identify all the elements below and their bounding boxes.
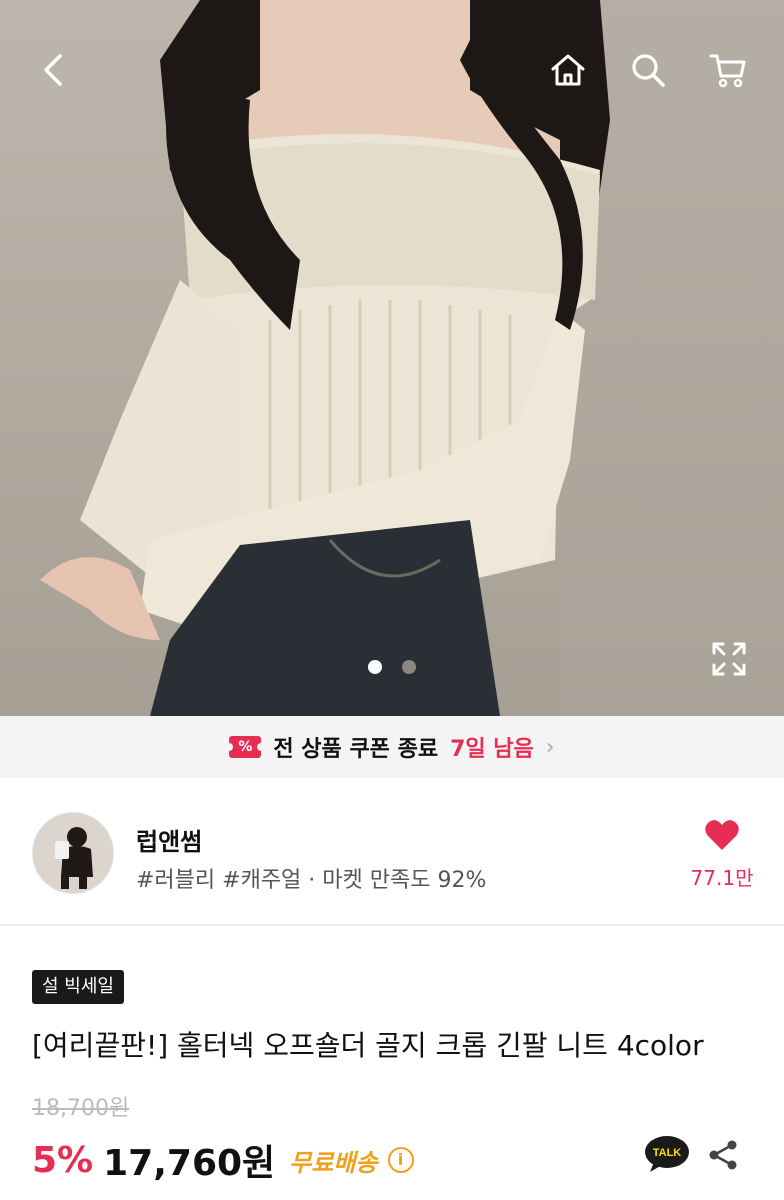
coupon-icon: % <box>225 736 266 758</box>
product-image-gallery[interactable] <box>0 0 784 716</box>
sale-badge: 설 빅세일 <box>32 970 124 1004</box>
sale-price: 17,760원 <box>103 1143 276 1184</box>
product-photo <box>40 0 784 716</box>
expand-button[interactable] <box>706 636 752 682</box>
share-icon <box>709 1140 737 1170</box>
shop-tags: #러블리 #캐주얼 · 마켓 만족도 92% <box>136 868 487 893</box>
shop-info[interactable]: 럽앤썸 #러블리 #캐주얼 · 마켓 만족도 92% 77.1만 <box>0 778 784 926</box>
product-title: [여리끝판!] 홀터넥 오프숄더 골지 크롭 긴팔 니트 4color <box>32 1029 704 1062</box>
shop-avatar[interactable] <box>32 812 114 894</box>
back-button[interactable] <box>30 46 78 94</box>
favorite-count: 77.1만 <box>690 866 754 890</box>
coupon-banner[interactable]: % 전 상품 쿠폰 종료 7일 남음 › <box>0 716 784 778</box>
pagination-dot[interactable] <box>402 660 416 674</box>
home-icon <box>551 54 585 86</box>
cart-icon <box>709 54 746 88</box>
cart-button[interactable] <box>704 46 752 94</box>
gallery-pagination <box>0 660 784 674</box>
coupon-remaining: 7일 남음 <box>450 737 534 762</box>
share-button[interactable] <box>704 1136 742 1174</box>
pagination-dot-active[interactable] <box>368 660 382 674</box>
coupon-text: 전 상품 쿠폰 종료 <box>273 737 439 762</box>
svg-text:TALK: TALK <box>653 1147 682 1159</box>
free-shipping-label: 무료배송 <box>289 1148 378 1177</box>
discount-rate: 5% <box>32 1139 94 1181</box>
product-page: % 전 상품 쿠폰 종료 7일 남음 › 럽앤썸 #러블리 #캐주얼 · 마켓 … <box>0 0 784 1200</box>
talk-button[interactable]: TALK <box>644 1134 690 1174</box>
talk-chat-icon: TALK <box>645 1136 689 1172</box>
shop-avatar-image <box>33 813 113 893</box>
search-icon <box>632 54 665 87</box>
chevron-right-icon: › <box>545 734 555 760</box>
back-arrow-icon <box>44 54 62 86</box>
heart-icon <box>705 820 739 850</box>
home-button[interactable] <box>544 46 592 94</box>
price-row: 5% 17,760원 무료배송 i <box>32 1134 414 1186</box>
favorite-button[interactable]: 77.1만 <box>690 818 754 891</box>
expand-icon <box>712 642 746 676</box>
search-button[interactable] <box>624 46 672 94</box>
original-price: 18,700원 <box>32 1096 130 1121</box>
info-icon[interactable]: i <box>387 1147 414 1173</box>
shop-name[interactable]: 럽앤썸 <box>136 822 202 857</box>
